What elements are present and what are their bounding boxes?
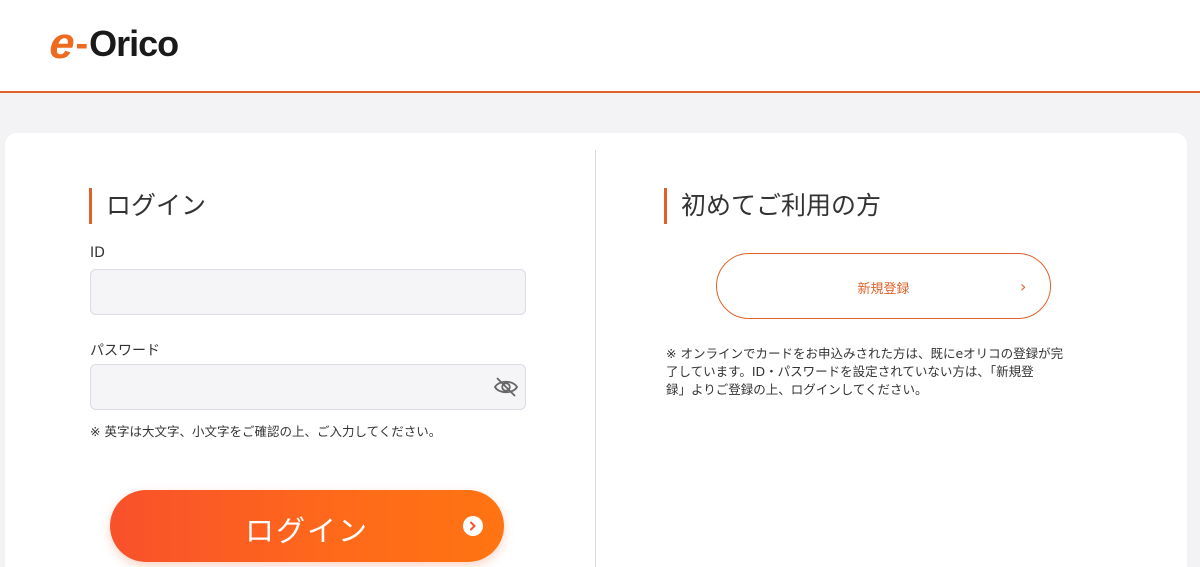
logo-dash: - <box>75 23 89 65</box>
login-button[interactable]: ログイン <box>110 490 504 562</box>
site-header: e - Orico <box>0 0 1200 93</box>
eye-slash-icon[interactable] <box>492 374 520 400</box>
login-button-label: ログイン <box>244 514 369 548</box>
note-line: ※ オンラインでカードをお申込みされた方は、既にeオリコの登録が完 <box>666 346 1064 361</box>
note-line: 録」よりご登録の上、ログインしてください。 <box>666 382 928 397</box>
chevron-right-circle-icon <box>463 516 483 536</box>
password-input[interactable] <box>90 364 526 410</box>
login-title: ログイン <box>89 188 206 224</box>
eorico-logo[interactable]: e - Orico <box>47 19 179 68</box>
id-input[interactable] <box>90 269 526 315</box>
register-button[interactable]: 新規登録 › <box>716 253 1051 319</box>
id-label: ID <box>90 245 105 261</box>
password-note: ※ 英字は大文字、小文字をご確認の上、ご入力してください。 <box>90 424 442 439</box>
first-time-note: ※ オンラインでカードをお申込みされた方は、既にeオリコの登録が完 了しています… <box>666 345 1116 399</box>
chevron-right-icon: › <box>1020 277 1027 296</box>
logo-e: e <box>47 19 78 68</box>
note-line: 了しています。ID・パスワードを設定されていない方は、「新規登 <box>666 364 1034 379</box>
column-divider <box>595 150 596 567</box>
logo-name: Orico <box>89 23 179 64</box>
first-time-title: 初めてご利用の方 <box>664 188 881 224</box>
register-button-label: 新規登録 <box>857 282 910 297</box>
password-label: パスワード <box>90 343 160 359</box>
